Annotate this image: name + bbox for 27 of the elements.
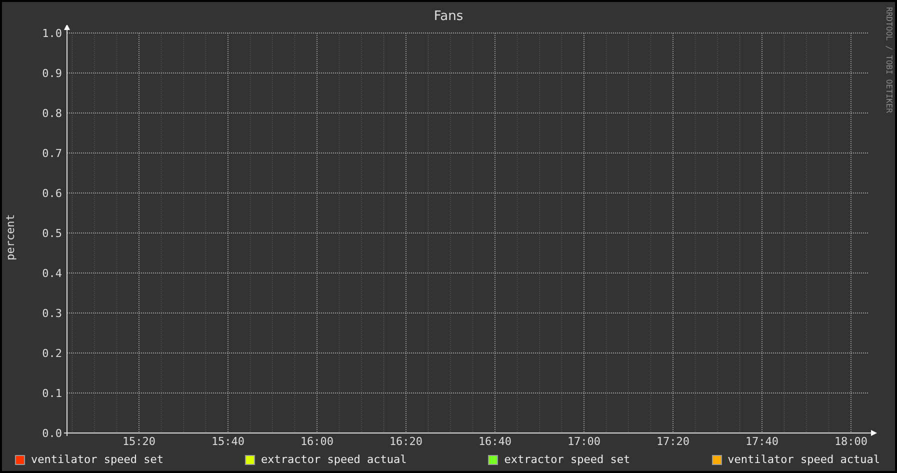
x-tick-label: 16:00	[300, 435, 334, 448]
legend-label: extractor speed actual	[261, 452, 407, 468]
y-tick-label: 0.5	[42, 227, 62, 240]
x-tick-label: 18:00	[834, 435, 868, 448]
x-tick-label: 15:20	[122, 435, 156, 448]
legend-label: extractor speed set	[504, 452, 630, 468]
x-tick-label: 15:40	[211, 435, 245, 448]
y-tick-label: 0.1	[42, 387, 62, 400]
y-tick-label: 0.6	[42, 187, 62, 200]
x-tick-label: 17:00	[567, 435, 601, 448]
y-tick-label: 1.0	[42, 27, 62, 40]
y-tick-label: 0.2	[42, 347, 62, 360]
y-tick-label: 0.9	[42, 67, 62, 80]
y-tick-label: 0.4	[42, 267, 62, 280]
legend-label: ventilator speed actual	[728, 452, 880, 468]
legend-label: ventilator speed set	[31, 452, 164, 468]
y-axis-label: percent	[2, 214, 18, 261]
x-tick-label: 16:40	[478, 435, 512, 448]
y-tick-label: 0.7	[42, 147, 62, 160]
y-tick-label: 0.3	[42, 307, 62, 320]
x-tick-label: 17:40	[745, 435, 779, 448]
y-tick-label: 0.8	[42, 107, 62, 120]
side-credit: RRDTOOL / TOBI OETIKER	[884, 7, 894, 113]
x-tick-label: 17:20	[656, 435, 690, 448]
x-tick-label: 16:20	[389, 435, 423, 448]
y-tick-label: 0.0	[42, 427, 62, 440]
graph-title: Fans	[434, 9, 464, 25]
